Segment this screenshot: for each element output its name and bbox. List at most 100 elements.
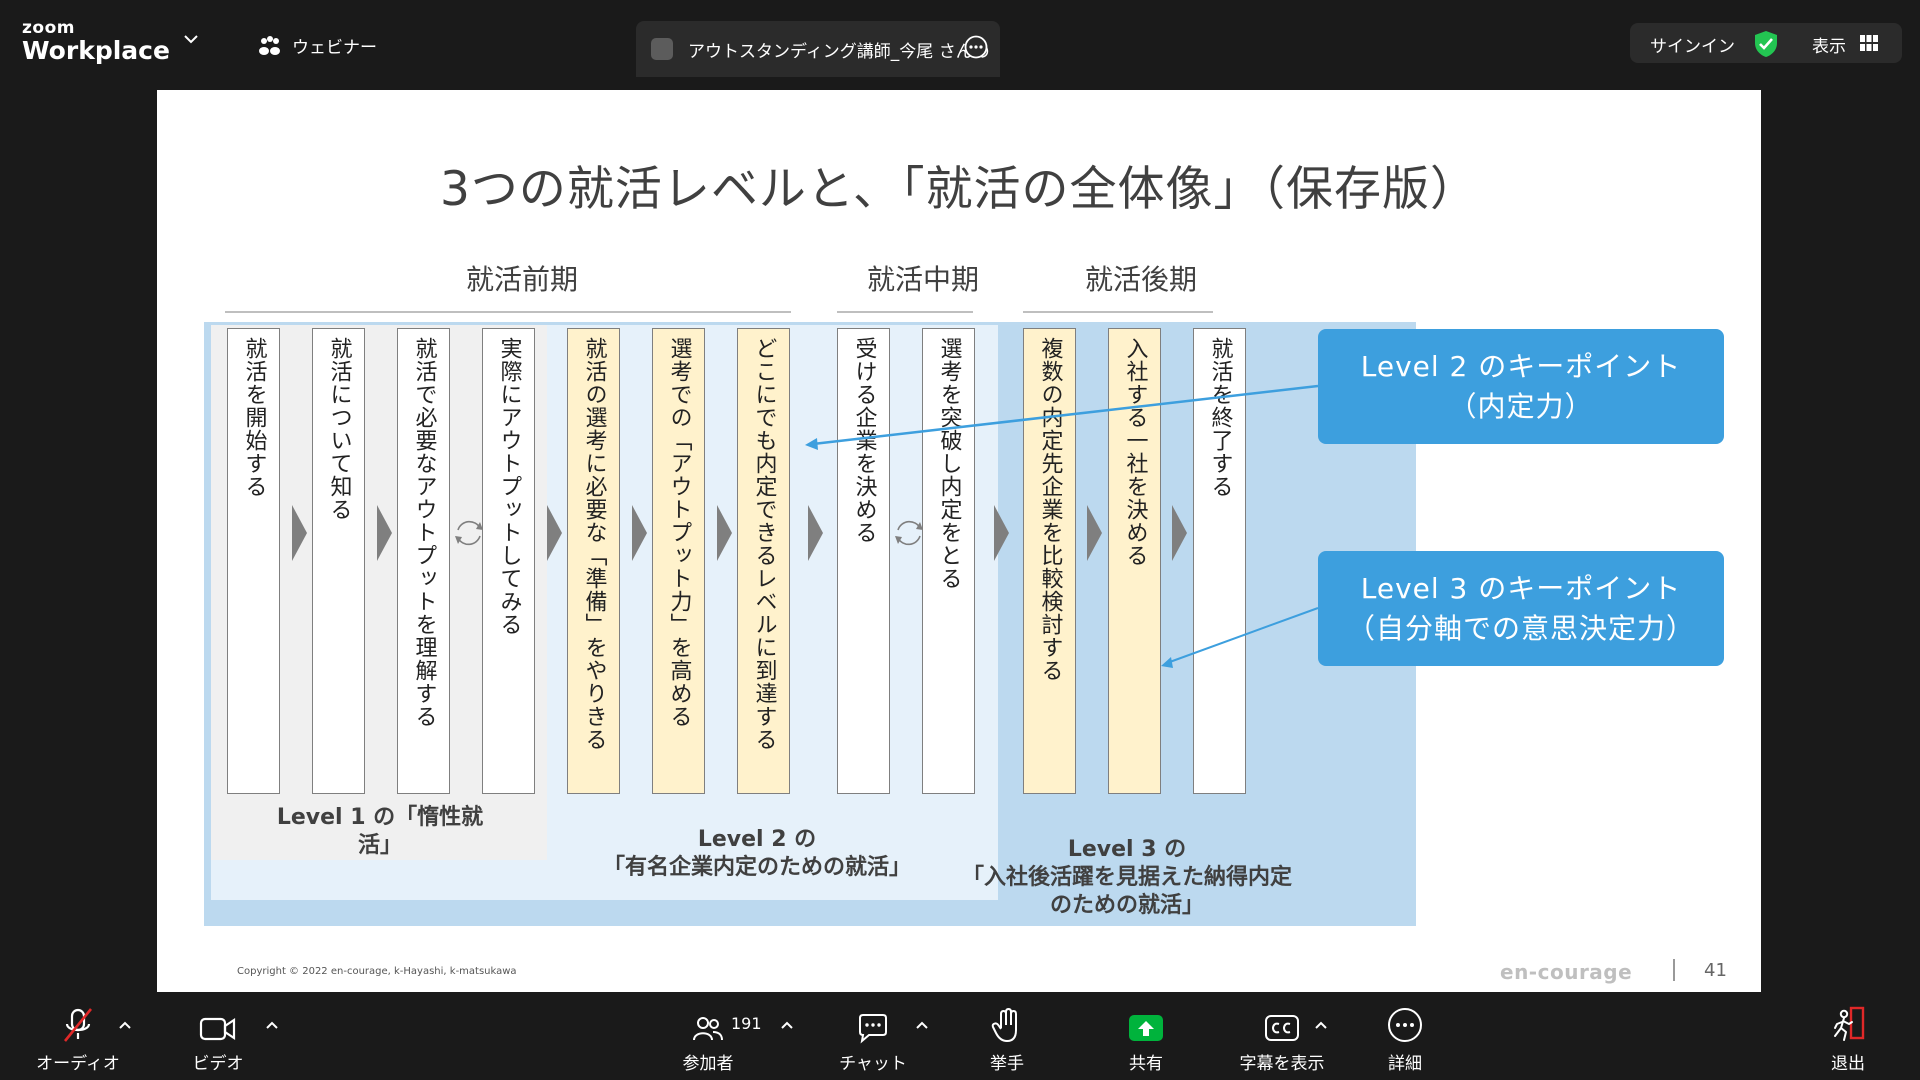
step-text: どこにでも内定できるレベルに到達する bbox=[751, 337, 777, 751]
level3-line3: のための就活」 bbox=[1049, 893, 1204, 918]
step-column: 就活について知る bbox=[312, 328, 365, 794]
flow-arrow-icon bbox=[1172, 505, 1187, 561]
mic-muted-icon bbox=[63, 1008, 93, 1042]
chevron-up-icon[interactable] bbox=[265, 1020, 279, 1030]
phase-middle: 就活中期 bbox=[866, 263, 979, 296]
captions-label: 字幕を表示 bbox=[1239, 1054, 1325, 1074]
captions-button[interactable]: 字幕を表示 bbox=[1232, 992, 1332, 1080]
level3-line1: Level 3 の bbox=[1067, 837, 1187, 862]
step-text: 実際にアウトプットしてみる bbox=[496, 337, 522, 636]
chat-button[interactable]: チャット bbox=[833, 992, 913, 1080]
phase-middle-line bbox=[837, 311, 973, 313]
share-button[interactable]: 共有 bbox=[1106, 992, 1186, 1080]
signin-button[interactable]: サインイン bbox=[1650, 32, 1735, 57]
chevron-up-icon[interactable] bbox=[118, 1020, 132, 1030]
raise-hand-button[interactable]: 挙手 bbox=[967, 992, 1047, 1080]
bottom-toolbar: オーディオ ビデオ 参加者 191 チャット 挙手 共有 字幕を表示 詳細 退出 bbox=[0, 992, 1920, 1080]
chevron-up-icon[interactable] bbox=[780, 1020, 794, 1030]
participants-button[interactable]: 参加者 bbox=[668, 992, 748, 1080]
flow-arrow-icon bbox=[632, 505, 647, 561]
share-icon bbox=[1129, 1015, 1163, 1041]
step-text: 受ける企業を決める bbox=[851, 337, 877, 544]
webinar-button[interactable]: ウェビナー bbox=[258, 33, 377, 58]
phase-early: 就活前期 bbox=[465, 263, 578, 296]
step-column: どこにでも内定できるレベルに到達する bbox=[737, 328, 790, 794]
level1-caption: Level 1 の「惰性就 活」 bbox=[215, 804, 545, 860]
kp2-line1: Level 2 のキーポイント bbox=[1360, 349, 1682, 383]
video-button[interactable]: ビデオ bbox=[178, 992, 258, 1080]
paw-icon bbox=[259, 35, 280, 55]
leave-button[interactable]: 退出 bbox=[1808, 992, 1888, 1080]
logo-big-text: Workplace bbox=[22, 36, 170, 65]
chevron-up-icon[interactable] bbox=[915, 1020, 929, 1030]
step-column: 選考を突破し内定をとる bbox=[922, 328, 975, 794]
cycle-icon bbox=[455, 520, 483, 546]
slide-title: 3つの就活レベルと、「就活の全体像」（保存版） bbox=[439, 162, 1479, 217]
step-text: 選考での「アウトプット力」を高める bbox=[666, 337, 692, 728]
level3-caption: Level 3 の 「入社後活躍を見据えた納得内定 のための就活」 bbox=[957, 836, 1297, 920]
slide-copyright: Copyright © 2022 en-courage, k-Hayashi, … bbox=[237, 966, 517, 977]
footer-divider bbox=[1673, 959, 1675, 981]
cycle-icon bbox=[895, 520, 923, 546]
step-column: 就活を終了する bbox=[1193, 328, 1246, 794]
flow-arrow-icon bbox=[292, 505, 307, 561]
meeting-tab-icon bbox=[651, 38, 673, 60]
share-label: 共有 bbox=[1129, 1054, 1163, 1074]
phase-early-line bbox=[225, 311, 791, 313]
level3-keypoint-callout: Level 3 のキーポイント （自分軸での意思決定力） bbox=[1318, 551, 1724, 666]
raise-hand-label: 挙手 bbox=[990, 1054, 1024, 1074]
level2-line2: 「有名企業内定のための就活」 bbox=[602, 855, 911, 880]
flow-arrow-icon bbox=[377, 505, 392, 561]
step-column: 入社する一社を決める bbox=[1108, 328, 1161, 794]
phase-late: 就活後期 bbox=[1084, 263, 1197, 296]
step-column: 就活で必要なアウトプットを理解する bbox=[397, 328, 450, 794]
step-text: 入社する一社を決める bbox=[1122, 337, 1148, 567]
top-right-controls: サインイン 表示 bbox=[1630, 23, 1902, 63]
cc-icon bbox=[1265, 1015, 1299, 1041]
step-text: 就活を開始する bbox=[241, 337, 267, 498]
flow-arrow-icon bbox=[808, 505, 823, 561]
view-button[interactable]: 表示 bbox=[1812, 32, 1846, 57]
step-text: 就活について知る bbox=[326, 337, 352, 521]
chevron-down-icon[interactable] bbox=[182, 32, 200, 46]
shield-check-icon[interactable] bbox=[1753, 30, 1779, 58]
slide-brand-logo: en-courage bbox=[1500, 960, 1633, 984]
webinar-label: ウェビナー bbox=[292, 38, 377, 58]
grid-icon[interactable] bbox=[1860, 35, 1878, 51]
step-column: 就活を開始する bbox=[227, 328, 280, 794]
level3-line2: 「入社後活躍を見据えた納得内定 bbox=[961, 865, 1292, 890]
chat-icon bbox=[859, 1014, 887, 1044]
step-column: 就活の選考に必要な「準備」をやりきる bbox=[567, 328, 620, 794]
more-icon bbox=[1388, 1008, 1422, 1042]
video-icon bbox=[199, 1017, 236, 1041]
flow-arrow-icon bbox=[717, 505, 732, 561]
audio-label: オーディオ bbox=[36, 1054, 120, 1074]
phase-late-line bbox=[1023, 311, 1213, 313]
level2-caption: Level 2 の 「有名企業内定のための就活」 bbox=[537, 826, 977, 882]
participants-icon bbox=[693, 1017, 723, 1041]
kp3-line2: （自分軸での意思決定力） bbox=[1346, 611, 1695, 645]
meeting-tab[interactable]: アウトスタンディング講師_今尾 さんの bbox=[636, 21, 1000, 77]
slide-page-number: 41 bbox=[1704, 960, 1727, 981]
zoom-workplace-logo[interactable]: zoom Workplace bbox=[22, 20, 170, 65]
level2-keypoint-callout: Level 2 のキーポイント （内定力） bbox=[1318, 329, 1724, 444]
step-text: 就活の選考に必要な「準備」をやりきる bbox=[581, 337, 607, 751]
top-bar: zoom Workplace ウェビナー アウトスタンディング講師_今尾 さんの… bbox=[0, 0, 1920, 78]
step-column: 受ける企業を決める bbox=[837, 328, 890, 794]
step-text: 就活を終了する bbox=[1207, 337, 1233, 498]
flow-arrow-icon bbox=[994, 505, 1009, 561]
more-icon[interactable] bbox=[964, 35, 988, 59]
chevron-up-icon[interactable] bbox=[1314, 1020, 1328, 1030]
step-text: 就活で必要なアウトプットを理解する bbox=[411, 337, 437, 728]
level1-line2: 活」 bbox=[357, 833, 402, 858]
flow-arrow-icon bbox=[547, 505, 562, 561]
level1-line1: Level 1 の「惰性就 bbox=[276, 805, 484, 830]
flow-arrow-icon bbox=[1087, 505, 1102, 561]
chat-label: チャット bbox=[839, 1054, 907, 1074]
hand-icon bbox=[991, 1008, 1017, 1042]
audio-button[interactable]: オーディオ bbox=[36, 992, 120, 1080]
more-button[interactable]: 詳細 bbox=[1365, 992, 1445, 1080]
meeting-title: アウトスタンディング講師_今尾 さんの bbox=[688, 42, 990, 62]
shared-slide: 3つの就活レベルと、「就活の全体像」（保存版） 就活前期 就活中期 就活後期 就… bbox=[157, 90, 1761, 992]
step-text: 複数の内定先企業を比較検討する bbox=[1037, 337, 1063, 682]
